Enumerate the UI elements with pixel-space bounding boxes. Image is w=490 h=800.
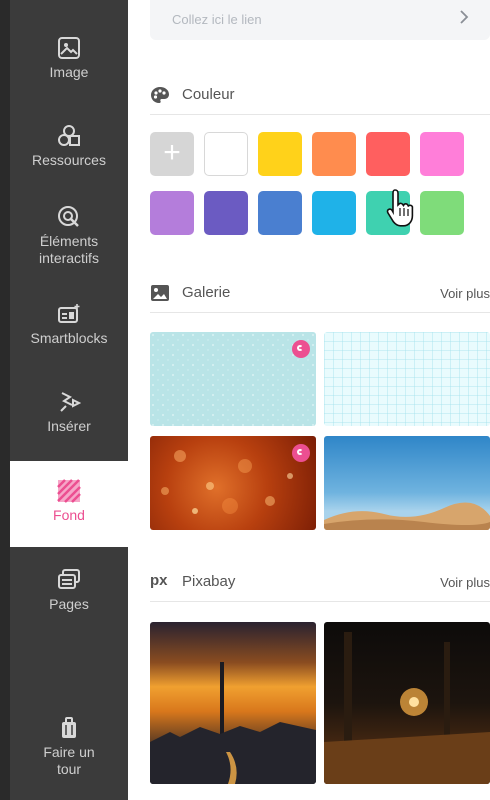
pixabay-section-title: Pixabay bbox=[182, 573, 236, 590]
sidebar-item-label: Pages bbox=[49, 596, 89, 612]
color-swatch-pink[interactable] bbox=[420, 132, 464, 176]
pages-icon bbox=[58, 569, 80, 589]
color-swatch-indigo[interactable] bbox=[204, 191, 248, 235]
color-swatch-green[interactable] bbox=[420, 191, 464, 235]
grid-pattern bbox=[324, 332, 490, 426]
sidebar-item-interactifs[interactable]: Éléments interactifs bbox=[10, 205, 128, 267]
sidebar-item-pages[interactable]: Pages bbox=[10, 568, 128, 613]
palette-icon bbox=[151, 87, 169, 103]
sidebar-item-inserer[interactable]: Insérer bbox=[10, 390, 128, 435]
color-swatch-lavender[interactable] bbox=[150, 191, 194, 235]
city-skyline bbox=[150, 662, 316, 784]
gallery-section-title: Galerie bbox=[182, 284, 231, 301]
color-swatch-blue[interactable] bbox=[258, 191, 302, 235]
pixabay-see-more-link[interactable]: Voir plus bbox=[440, 575, 490, 590]
gallery-see-more-link[interactable]: Voir plus bbox=[440, 286, 490, 301]
pixabay-photo-city-sunset[interactable] bbox=[150, 622, 316, 784]
premium-badge-icon bbox=[292, 340, 310, 358]
shapes-icon bbox=[58, 125, 80, 146]
image-icon bbox=[58, 37, 80, 59]
color-section-header: Couleur bbox=[150, 84, 490, 115]
sidebar: Image Ressources Éléments interactifs Sm… bbox=[10, 0, 128, 800]
sidebar-item-label: Smartblocks bbox=[30, 330, 108, 346]
sidebar-item-image[interactable]: Image bbox=[10, 36, 128, 81]
background-panel: Couleur + Galerie Voir plus bbox=[128, 0, 490, 800]
color-swatch-red[interactable] bbox=[366, 132, 410, 176]
night-street bbox=[324, 632, 490, 784]
gallery-thumbnail-desert[interactable] bbox=[324, 436, 490, 530]
color-swatch-sky[interactable] bbox=[312, 191, 356, 235]
add-color-button[interactable]: + bbox=[150, 132, 194, 176]
premium-badge-icon bbox=[292, 444, 310, 462]
tour-icon bbox=[62, 717, 76, 738]
smartblocks-icon bbox=[58, 304, 80, 323]
sidebar-item-ressources[interactable]: Ressources bbox=[10, 124, 128, 169]
insert-icon bbox=[60, 392, 81, 412]
chevron-right-icon[interactable] bbox=[456, 9, 472, 25]
pixabay-photo-night-street[interactable] bbox=[324, 622, 490, 784]
sidebar-item-label: Fond bbox=[53, 507, 85, 523]
gallery-thumbnail-bokeh[interactable] bbox=[150, 436, 316, 530]
sidebar-item-smartblocks[interactable]: Smartblocks bbox=[10, 302, 128, 347]
gallery-thumbnail-grid[interactable] bbox=[324, 332, 490, 426]
gallery-section-header: Galerie Voir plus bbox=[150, 282, 490, 313]
sidebar-item-label: Faire un tour bbox=[43, 744, 95, 777]
color-swatch-orange[interactable] bbox=[312, 132, 356, 176]
background-icon bbox=[57, 479, 81, 503]
dotted-pattern bbox=[150, 332, 316, 426]
sidebar-item-fond[interactable]: Fond bbox=[10, 461, 128, 547]
gallery-icon bbox=[151, 285, 169, 301]
gallery-thumbnail-dotted[interactable] bbox=[150, 332, 316, 426]
color-swatch-yellow[interactable] bbox=[258, 132, 302, 176]
sidebar-item-label: Ressources bbox=[32, 152, 106, 168]
sidebar-item-label: Éléments interactifs bbox=[39, 233, 99, 266]
pixabay-logo: px bbox=[150, 572, 168, 589]
link-input-box bbox=[150, 0, 490, 40]
sidebar-item-label: Insérer bbox=[47, 418, 91, 434]
pixabay-section-header: px Pixabay Voir plus bbox=[150, 571, 490, 602]
hand-pointer-cursor bbox=[386, 189, 414, 227]
sidebar-item-tour[interactable]: Faire un tour bbox=[10, 716, 128, 778]
bokeh-lights bbox=[161, 450, 293, 514]
link-input[interactable] bbox=[170, 0, 454, 38]
color-section-title: Couleur bbox=[182, 86, 235, 103]
color-swatch-white[interactable] bbox=[204, 132, 248, 176]
desert-dunes bbox=[324, 502, 490, 530]
interactive-icon bbox=[58, 206, 79, 227]
sidebar-item-label: Image bbox=[49, 64, 89, 80]
